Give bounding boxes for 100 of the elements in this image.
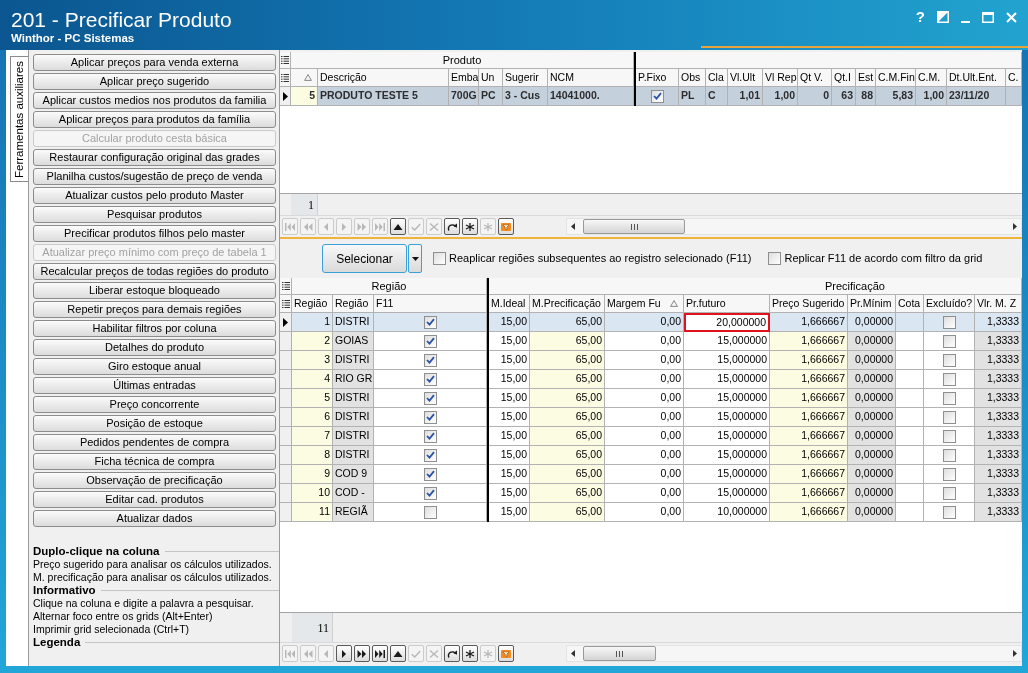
checkbox[interactable] (423, 410, 437, 424)
checkbox[interactable] (423, 334, 437, 348)
half-square-icon[interactable] (937, 11, 949, 23)
checkbox[interactable] (423, 448, 437, 462)
action-button[interactable]: Repetir preços para demais regiões (33, 301, 276, 318)
table-cell: 65,00 (530, 408, 605, 427)
tick-icon (425, 375, 435, 383)
action-button[interactable]: Editar cad. produtos (33, 491, 276, 508)
asterisk-icon (483, 222, 493, 231)
row-indicator[interactable] (280, 87, 291, 106)
horizontal-scrollbar[interactable] (566, 645, 1022, 662)
double-left-icon (303, 222, 313, 231)
checkbox[interactable] (423, 372, 437, 386)
table-cell: 11 (292, 503, 333, 522)
horizontal-scrollbar[interactable] (566, 218, 1022, 235)
dropdown-button[interactable] (408, 244, 422, 273)
list-icon[interactable] (281, 73, 289, 82)
table-cell: 0,00000 (848, 332, 896, 351)
action-button[interactable]: Recalcular preços de todas regiões do produto (33, 263, 276, 280)
checkbox[interactable] (942, 315, 956, 329)
action-button[interactable]: Pedidos pendentes de compra (33, 434, 276, 451)
action-button[interactable]: Planilha custos/sugestão de preço de venda (33, 168, 276, 185)
action-button[interactable]: Ficha técnica de compra (33, 453, 276, 470)
last-record-button[interactable] (372, 645, 388, 662)
action-button[interactable]: Atualizar custos pelo produto Master (33, 187, 276, 204)
checkbox[interactable] (942, 410, 956, 424)
checkbox[interactable] (942, 505, 956, 519)
action-button[interactable]: Habilitar filtros por coluna (33, 320, 276, 337)
checkbox-label[interactable]: Reaplicar regiões subsequentes ao registro selecionado (F11) (449, 250, 752, 267)
minimize-icon[interactable] (961, 20, 970, 23)
asterisk-button[interactable] (462, 218, 478, 235)
action-button[interactable]: Posição de estoque (33, 415, 276, 432)
table-cell: 0,00 (605, 427, 684, 446)
filter-button[interactable] (498, 645, 514, 662)
row-indicator[interactable] (280, 313, 292, 332)
checkbox[interactable] (942, 467, 956, 481)
action-button[interactable]: Pesquisar produtos (33, 206, 276, 223)
checkbox[interactable] (423, 391, 437, 405)
scroll-right-icon[interactable] (1013, 223, 1017, 230)
asterisk-button[interactable] (462, 645, 478, 662)
scrollbar-thumb[interactable] (583, 646, 656, 661)
action-button[interactable]: Precificar produtos filhos pelo master (33, 225, 276, 242)
select-button[interactable]: Selecionar (322, 244, 407, 273)
refresh-button[interactable] (444, 218, 460, 235)
row-pointer-icon (283, 317, 288, 327)
action-button[interactable]: Atualizar dados (33, 510, 276, 527)
maximize-icon[interactable] (982, 11, 994, 23)
checkbox[interactable] (942, 429, 956, 443)
checkbox[interactable] (423, 486, 437, 500)
side-tab[interactable]: Ferramentas auxiliares (10, 56, 28, 182)
up-button[interactable] (390, 645, 406, 662)
checkbox[interactable] (942, 486, 956, 500)
action-button[interactable]: Preço concorrente (33, 396, 276, 413)
checkbox[interactable] (650, 89, 664, 103)
checkbox[interactable] (423, 505, 437, 519)
sort-triangle-icon (304, 74, 312, 81)
list-icon[interactable] (281, 282, 290, 290)
up-button[interactable] (390, 218, 406, 235)
table-cell: 0,00 (605, 370, 684, 389)
checkbox[interactable] (942, 448, 956, 462)
table-cell: 5,83 (876, 87, 916, 106)
close-icon[interactable] (1006, 11, 1017, 23)
action-button[interactable]: Aplicar preços para produtos da família (33, 111, 276, 128)
table-cell: 15,000000 (684, 351, 770, 370)
checkbox-label[interactable]: Replicar F11 de acordo com filtro da grid (784, 250, 983, 267)
scrollbar-thumb[interactable] (583, 219, 685, 234)
scroll-left-icon[interactable] (571, 650, 575, 657)
action-button[interactable]: Aplicar preços para venda externa (33, 54, 276, 71)
action-button[interactable]: Aplicar preço sugerido (33, 73, 276, 90)
action-button[interactable]: Últimas entradas (33, 377, 276, 394)
checkbox[interactable] (768, 252, 782, 265)
curved-arrow-icon (447, 222, 457, 231)
action-button[interactable]: Giro estoque anual (33, 358, 276, 375)
action-button[interactable]: Observação de precificação (33, 472, 276, 489)
checkbox[interactable] (942, 353, 956, 367)
checkbox[interactable] (423, 353, 437, 367)
checkbox[interactable] (423, 429, 437, 443)
checkbox[interactable] (942, 334, 956, 348)
list-icon[interactable] (281, 56, 289, 64)
checkbox[interactable] (423, 315, 437, 329)
scroll-left-icon[interactable] (571, 223, 575, 230)
checkbox[interactable] (942, 372, 956, 386)
action-button[interactable]: Aplicar custos medios nos produtos da familia (33, 92, 276, 109)
skip-start-icon (285, 649, 295, 658)
action-button[interactable]: Restaurar configuração original das grades (33, 149, 276, 166)
action-button[interactable]: Detalhes do produto (33, 339, 276, 356)
checkbox[interactable] (942, 391, 956, 405)
table-cell: DISTRI (333, 408, 374, 427)
checkbox[interactable] (423, 467, 437, 481)
filter-button[interactable] (498, 218, 514, 235)
list-icon[interactable] (281, 299, 290, 308)
action-button[interactable]: Liberar estoque bloqueado (33, 282, 276, 299)
scroll-right-icon[interactable] (1013, 650, 1017, 657)
asterisk-icon (465, 222, 475, 231)
info-text: Preço sugerido para analisar os cálculos utilizados. (33, 558, 273, 571)
checkbox[interactable] (433, 252, 446, 265)
next-page-button[interactable] (354, 645, 370, 662)
next-record-button[interactable] (336, 645, 352, 662)
table-cell: 65,00 (530, 484, 605, 503)
refresh-button[interactable] (444, 645, 460, 662)
